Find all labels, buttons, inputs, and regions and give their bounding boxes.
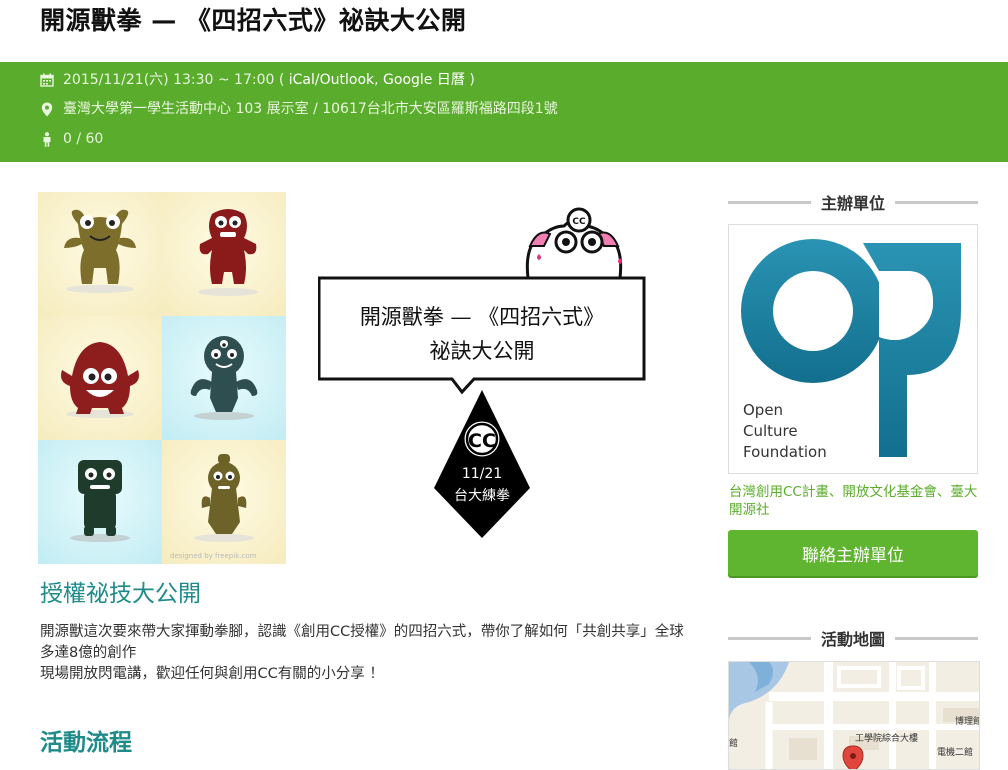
ocf-logo: Open Culture Foundation — [729, 239, 961, 473]
description-paragraph-1: 開源獸這次要來帶大家揮動拳腳，認識《創用CC授權》的四招六式，帶你了解如何「共創… — [40, 624, 684, 661]
badge-cc: CC — [468, 430, 496, 452]
badge-date: 11/21 — [462, 466, 502, 482]
event-info-bar: 2015/11/21(六) 13:30 ~ 17:00 ( iCal/Outlo… — [0, 62, 1008, 162]
map-pin-icon[interactable] — [842, 745, 864, 769]
logo-text-culture: Culture — [743, 422, 798, 440]
event-description: 開源獸這次要來帶大家揮動拳腳，認識《創用CC授權》的四招六式，帶你了解如何「共創… — [40, 622, 690, 685]
calendar-icon — [40, 73, 54, 87]
map-label-engineering: 工學院綜合大樓 — [855, 732, 918, 744]
event-location: 臺灣大學第一學生活動中心 103 展示室 / 10617台北市大安區羅斯福路四段… — [40, 100, 558, 118]
organizer-names-link[interactable]: 台灣創用CC計畫、開放文化基金會、臺大開源社 — [729, 483, 989, 519]
datetime-text: 2015/11/21(六) 13:30 ~ 17:00 ( — [63, 72, 285, 88]
date-badge: CC 11/21 台大練拳 — [434, 390, 530, 538]
event-illustration: CC 開源獸拳 — 《四招六式》 祕訣大公開 CC 11/21 台大練拳 — [318, 207, 646, 538]
map-heading: 活動地圖 — [728, 628, 979, 649]
cc-mascot: CC — [525, 207, 623, 280]
map-heading-text: 活動地圖 — [821, 630, 886, 649]
section-heading-agenda: 活動流程 — [40, 730, 132, 756]
contact-organizer-button[interactable]: 聯絡主辦單位 — [728, 530, 978, 576]
monster-grid-image: designed by freepik.com — [38, 192, 286, 564]
event-map[interactable]: 工學院綜合大樓 博理館 電機二館 館 — [728, 661, 980, 770]
description-paragraph-2: 現場開放閃電講，歡迎任何與創用CC有關的小分享 ！ — [40, 666, 384, 682]
section-heading-license: 授權祕技大公開 — [40, 581, 201, 607]
page-title: 開源獸拳 — 《四招六式》祕訣大公開 — [40, 6, 467, 35]
badge-place: 台大練拳 — [454, 488, 510, 504]
map-label-left: 館 — [729, 737, 738, 749]
bubble-line-1: 開源獸拳 — 《四招六式》 — [360, 305, 604, 329]
organizer-logo[interactable]: Open Culture Foundation — [728, 224, 978, 474]
event-datetime: 2015/11/21(六) 13:30 ~ 17:00 ( iCal/Outlo… — [40, 71, 475, 89]
datetime-close: ) — [469, 72, 475, 88]
location-link[interactable]: 臺灣大學第一學生活動中心 103 展示室 / 10617台北市大安區羅斯福路四段… — [63, 100, 558, 118]
logo-text-foundation: Foundation — [743, 443, 827, 461]
map-marker-icon — [40, 102, 54, 116]
logo-text-open: Open — [743, 401, 783, 419]
map-label-boli: 博理館 — [955, 715, 979, 727]
divider — [895, 200, 979, 204]
link-separator: , — [374, 72, 379, 88]
ical-link[interactable]: iCal/Outlook — [289, 71, 374, 89]
divider — [728, 200, 811, 204]
organizer-heading-text: 主辦單位 — [821, 194, 886, 213]
divider — [895, 636, 979, 640]
event-attendance: 0 / 60 — [40, 130, 103, 148]
person-icon — [40, 131, 54, 147]
map-canvas: 工學院綜合大樓 博理館 電機二館 館 — [729, 662, 979, 769]
organizer-heading: 主辦單位 — [728, 192, 979, 213]
bubble-line-2: 祕訣大公開 — [430, 339, 535, 363]
mascot-cc-label: CC — [572, 217, 586, 227]
map-label-ee2: 電機二館 — [937, 746, 973, 758]
divider — [728, 636, 811, 640]
google-calendar-link[interactable]: Google 日曆 — [383, 71, 465, 89]
freepik-credit: designed by freepik.com — [170, 552, 257, 560]
attendance-count: 0 / 60 — [63, 131, 104, 147]
